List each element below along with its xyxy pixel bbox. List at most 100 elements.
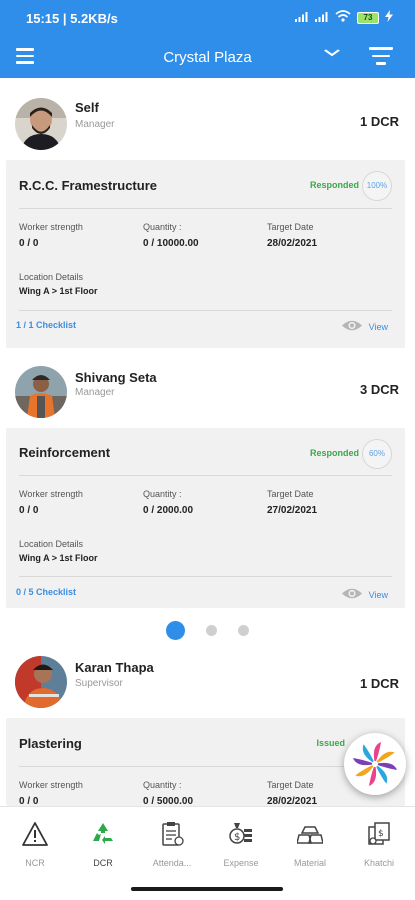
person-row[interactable]: Shivang Seta Manager 3 DCR [0,358,415,426]
nav-label: DCR [93,858,113,868]
person-name: Shivang Seta [75,370,157,385]
quantity-label: Quantity : [143,489,182,499]
person-role: Supervisor [75,678,123,689]
eye-icon [341,319,363,334]
worker-strength-value: 0 / 0 [19,238,39,249]
person-name: Self [75,100,99,115]
page-dot[interactable] [238,625,249,636]
divider [19,310,392,311]
location-label: Location Details [19,272,84,282]
nav-label: NCR [25,858,45,868]
person-row[interactable]: Self Manager 1 DCR [0,90,415,158]
avatar [15,98,67,150]
person-role: Manager [75,387,115,398]
status-icons: 73 [295,10,393,25]
home-indicator[interactable] [131,887,283,891]
worker-strength-label: Worker strength [19,780,83,790]
divider [19,576,392,577]
task-title: R.C.C. Framestructure [19,178,157,193]
location-value: Wing A > 1st Floor [19,286,98,296]
person-name: Karan Thapa [75,660,154,675]
pinwheel-icon [344,742,406,799]
location-value: Wing A > 1st Floor [19,553,98,563]
worker-strength-value: 0 / 0 [19,796,39,806]
dcr-count: 1 DCR [359,114,399,129]
nav-ncr[interactable]: NCR [1,807,69,877]
nav-attendance[interactable]: Attenda... [138,807,206,877]
nav-label: Attenda... [152,858,192,868]
expense-icon: $ [228,821,254,847]
battery-icon: 73 [357,11,379,24]
warning-icon [22,821,48,847]
page-dot-active[interactable] [166,621,185,640]
task-title: Reinforcement [19,445,111,460]
nav-khatchi[interactable]: $ Khatchi [345,807,413,877]
status-badge: Issued [316,738,345,748]
attendance-icon [159,821,185,847]
nav-expense[interactable]: $ Expense [207,807,275,877]
nav-material[interactable]: Material [276,807,344,877]
location-label: Location Details [19,539,84,549]
nav-label: Khatchi [363,858,395,868]
view-label: View [368,589,388,600]
signal-icon-2 [315,11,329,25]
quantity-value: 0 / 2000.00 [143,505,194,516]
wifi-icon [335,10,351,25]
avatar [15,366,67,418]
divider [19,766,392,767]
progress-circle: 100% [362,171,392,201]
eye-icon [341,587,363,602]
dcr-card[interactable]: Reinforcement Responded 60% Worker stren… [6,428,405,608]
project-title[interactable]: Crystal Plaza [0,49,415,66]
divider [19,208,392,209]
quantity-label: Quantity : [143,222,182,232]
worker-strength-label: Worker strength [19,489,83,499]
dcr-count: 1 DCR [359,676,399,691]
progress-circle: 60% [362,439,392,469]
view-button[interactable]: View [341,587,388,602]
page-dot[interactable] [206,625,217,636]
svg-text:$: $ [378,829,384,839]
task-title: Plastering [19,736,82,751]
nav-dcr[interactable]: DCR [69,807,137,877]
app-bar: Crystal Plaza [0,38,415,78]
target-date-label: Target Date [267,489,314,499]
quantity-label: Quantity : [143,780,182,790]
status-time: 15:15 | 5.2KB/s [26,11,118,26]
worker-strength-label: Worker strength [19,222,83,232]
khatchi-icon: $ [366,821,392,847]
view-label: View [368,321,388,332]
filter-icon[interactable] [369,47,393,70]
person-row[interactable]: Karan Thapa Supervisor 1 DCR [0,648,415,716]
floating-action-button[interactable] [344,733,406,795]
divider [19,475,392,476]
dcr-count: 3 DCR [359,382,399,397]
status-badge: Responded [309,180,359,190]
view-button[interactable]: View [341,319,388,334]
person-role: Manager [75,119,115,130]
avatar [15,656,67,708]
checklist-link[interactable]: 0 / 5 Checklist [16,587,76,597]
material-icon [296,821,324,847]
status-bar: 15:15 | 5.2KB/s 73 [0,0,415,38]
nav-label: Expense [223,858,259,868]
status-badge: Responded [309,448,359,458]
checklist-link[interactable]: 1 / 1 Checklist [16,320,76,330]
target-date-value: 28/02/2021 [267,238,318,249]
quantity-value: 0 / 5000.00 [143,796,194,806]
nav-label: Material [293,858,326,868]
target-date-label: Target Date [267,780,314,790]
recycle-icon [90,821,116,847]
chevron-down-icon[interactable] [324,45,341,63]
page-indicator [166,621,249,640]
svg-text:$: $ [234,832,240,843]
target-date-value: 27/02/2021 [267,505,318,516]
worker-strength-value: 0 / 0 [19,505,39,516]
dcr-card[interactable]: R.C.C. Framestructure Responded 100% Wor… [6,160,405,348]
signal-icon [295,11,309,25]
target-date-value: 28/02/2021 [267,796,318,806]
quantity-value: 0 / 10000.00 [143,238,199,249]
bottom-nav: NCR DCR Attenda... $ Expense Material $ … [0,806,415,878]
target-date-label: Target Date [267,222,314,232]
charging-icon [385,10,393,25]
